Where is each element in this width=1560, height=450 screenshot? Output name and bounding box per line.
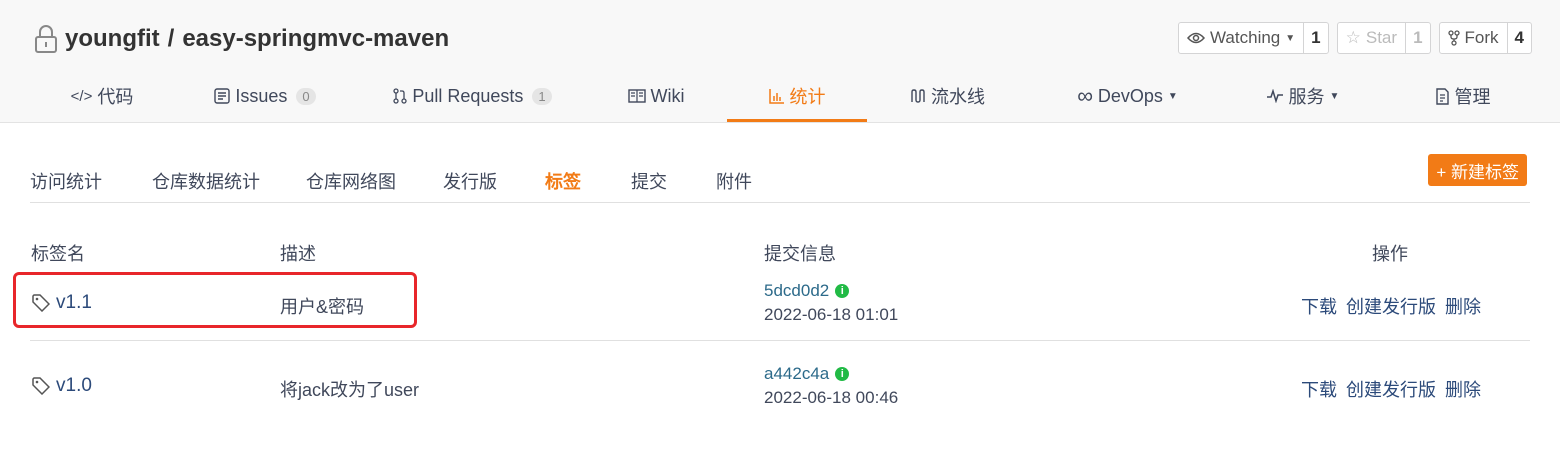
tag-name[interactable]: v1.0 xyxy=(32,375,92,397)
table-row: v1.0 将jack改为了user a442c4a i 2022-06-18 0… xyxy=(30,341,1530,423)
subnav-attachments[interactable]: 附件 xyxy=(716,168,752,194)
star-main[interactable]: ☆ Star xyxy=(1338,23,1405,53)
stats-subnav: 访问统计 仓库数据统计 仓库网络图 发行版 标签 提交 附件 xyxy=(30,158,1530,203)
fork-count[interactable]: 4 xyxy=(1506,23,1531,53)
tab-manage-label: 管理 xyxy=(1454,87,1491,107)
repo-actions: Watching ▼ 1 ☆ Star 1 Fork 4 xyxy=(1178,22,1532,54)
tag-icon xyxy=(32,377,50,395)
tab-devops[interactable]: ∞ DevOps ▼ xyxy=(1065,72,1190,120)
settings-doc-icon xyxy=(1435,87,1449,105)
tab-code[interactable]: </> 代码 xyxy=(62,72,142,120)
fork-main[interactable]: Fork xyxy=(1440,23,1507,53)
verified-info-icon[interactable]: i xyxy=(835,367,850,381)
pr-count-badge: 1 xyxy=(532,87,552,105)
caret-down-icon: ▼ xyxy=(1329,90,1340,102)
caret-down-icon: ▼ xyxy=(1285,32,1296,44)
delete-link[interactable]: 删除 xyxy=(1445,376,1481,402)
tag-description: 将jack改为了user xyxy=(280,380,420,400)
subnav-network[interactable]: 仓库网络图 xyxy=(306,168,396,194)
star-label: Star xyxy=(1365,28,1398,47)
download-link[interactable]: 下载 xyxy=(1301,376,1337,402)
repo-name-link[interactable]: easy-springmvc-maven xyxy=(182,25,449,53)
tab-pipeline-label: 流水线 xyxy=(931,87,985,107)
tab-pipeline[interactable]: 流水线 xyxy=(900,72,995,120)
repo-owner-link[interactable]: youngfit xyxy=(65,25,160,53)
tab-stats[interactable]: 统计 xyxy=(727,72,867,122)
commit-info: 5dcd0d2 i 2022-06-18 01:01 xyxy=(764,281,898,325)
star-count[interactable]: 1 xyxy=(1405,23,1429,53)
download-link[interactable]: 下载 xyxy=(1301,293,1337,319)
create-release-link[interactable]: 创建发行版 xyxy=(1346,293,1436,319)
watch-button[interactable]: Watching ▼ 1 xyxy=(1178,22,1329,54)
commit-sha-link[interactable]: 5dcd0d2 xyxy=(764,281,829,301)
delete-link[interactable]: 删除 xyxy=(1445,293,1481,319)
tab-issues[interactable]: Issues 0 xyxy=(205,72,325,120)
bar-chart-icon xyxy=(768,88,784,104)
tab-pull-requests[interactable]: Pull Requests 1 xyxy=(385,72,560,120)
issues-icon xyxy=(214,88,231,104)
eye-icon xyxy=(1187,32,1206,44)
subnav-releases[interactable]: 发行版 xyxy=(443,168,497,194)
tab-services-label: 服务 xyxy=(1288,87,1325,107)
tab-manage[interactable]: 管理 xyxy=(1420,72,1505,120)
lock-icon xyxy=(35,25,57,53)
tab-stats-label: 统计 xyxy=(789,86,826,107)
repo-separator: / xyxy=(167,25,175,52)
star-button[interactable]: ☆ Star 1 xyxy=(1336,22,1431,54)
issues-count-badge: 0 xyxy=(296,87,316,105)
tab-issues-label: Issues xyxy=(235,85,288,106)
infinity-icon: ∞ xyxy=(1077,83,1093,108)
pull-request-icon xyxy=(393,88,407,104)
subnav-repo-data[interactable]: 仓库数据统计 xyxy=(152,168,260,194)
tab-pr-label: Pull Requests xyxy=(412,85,524,106)
verified-info-icon[interactable]: i xyxy=(835,284,850,298)
pipeline-icon xyxy=(911,89,925,103)
watch-count[interactable]: 1 xyxy=(1303,23,1327,53)
watch-main[interactable]: Watching ▼ xyxy=(1179,23,1303,53)
tab-services[interactable]: 服务 ▼ xyxy=(1255,72,1350,120)
repo-header: youngfit / easy-springmvc-maven Watching… xyxy=(0,0,1560,123)
new-tag-button[interactable]: + 新建标签 xyxy=(1428,154,1527,186)
caret-down-icon: ▼ xyxy=(1167,90,1178,102)
book-icon xyxy=(627,89,646,103)
repo-title: youngfit / easy-springmvc-maven xyxy=(33,22,449,56)
create-release-link[interactable]: 创建发行版 xyxy=(1346,376,1436,402)
fork-button[interactable]: Fork 4 xyxy=(1438,22,1532,54)
star-icon: ☆ xyxy=(1345,28,1361,47)
subnav-commits[interactable]: 提交 xyxy=(631,168,667,194)
commit-time: 2022-06-18 01:01 xyxy=(764,305,899,324)
commit-sha-link[interactable]: a442c4a xyxy=(764,364,829,384)
pulse-icon xyxy=(1266,89,1283,103)
tab-code-label: 代码 xyxy=(97,87,134,107)
repo-tabs: </> 代码 Issues 0 Pull Requests 1 Wiki 统计 … xyxy=(0,72,1560,122)
row-actions: 下载 创建发行版 删除 xyxy=(1301,293,1481,319)
code-icon: </> xyxy=(70,87,93,105)
subnav-visits[interactable]: 访问统计 xyxy=(30,168,102,194)
commit-time: 2022-06-18 00:46 xyxy=(764,388,899,407)
tag-name-text[interactable]: v1.0 xyxy=(56,375,92,397)
fork-label: Fork xyxy=(1464,28,1499,47)
tab-devops-label: DevOps xyxy=(1097,85,1163,106)
fork-icon xyxy=(1447,30,1460,46)
commit-info: a442c4a i 2022-06-18 00:46 xyxy=(764,364,898,408)
tab-wiki[interactable]: Wiki xyxy=(620,72,692,120)
tab-wiki-label: Wiki xyxy=(650,85,685,106)
red-highlight-annotation xyxy=(13,272,417,328)
watch-label: Watching xyxy=(1210,28,1281,47)
row-actions: 下载 创建发行版 删除 xyxy=(1301,376,1481,402)
subnav-tags[interactable]: 标签 xyxy=(545,168,581,194)
